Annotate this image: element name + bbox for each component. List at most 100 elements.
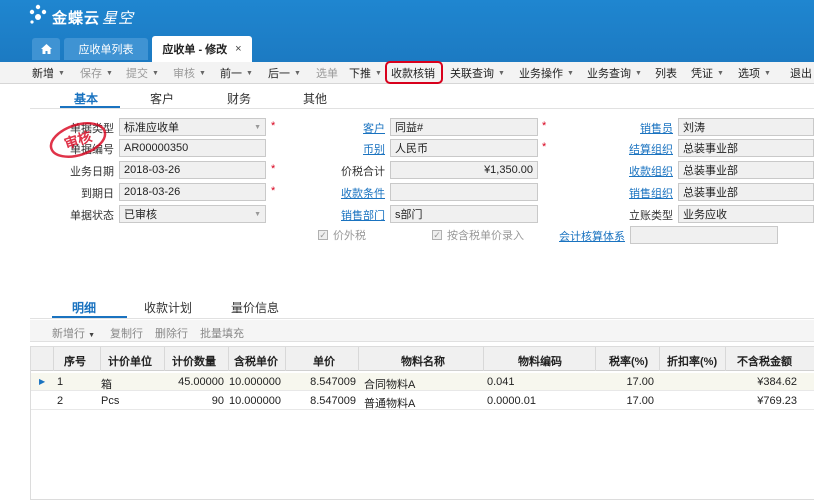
sales-org-label[interactable]: 销售组织 <box>600 185 673 201</box>
pay-terms-label[interactable]: 收款条件 <box>318 185 385 201</box>
cell-unit[interactable]: 箱 <box>101 376 112 392</box>
currency-label[interactable]: 币别 <box>318 141 385 157</box>
related-query-button[interactable]: 关联查询 ▼ <box>450 65 505 81</box>
cell-tax-rate[interactable]: 17.00 <box>601 395 654 407</box>
customer-label[interactable]: 客户 <box>318 120 385 136</box>
batch-fill-button[interactable]: 批量填充 <box>200 325 244 341</box>
checkbox-checked-icon[interactable]: ✓ <box>432 230 442 240</box>
chevron-down-icon[interactable]: ▼ <box>88 332 95 339</box>
col-header-price[interactable]: 单价 <box>313 353 335 369</box>
chevron-down-icon[interactable]: ▼ <box>254 211 261 218</box>
tab-receivable-edit[interactable]: 应收单 - 修改 × <box>152 36 252 62</box>
salesperson-field[interactable]: 刘涛 <box>678 118 814 136</box>
col-header-tax-price[interactable]: 含税单价 <box>234 353 278 369</box>
total-field[interactable]: ¥1,350.00 <box>390 161 538 179</box>
cell-material-code[interactable]: 0.041 <box>487 376 515 388</box>
settle-org-field[interactable]: 总装事业部 <box>678 139 814 157</box>
currency-field[interactable]: 人民币 <box>390 139 538 157</box>
chevron-down-icon[interactable]: ▼ <box>246 70 253 77</box>
cell-seq[interactable]: 2 <box>57 395 63 407</box>
chevron-down-icon[interactable]: ▼ <box>254 124 261 131</box>
cell-qty[interactable]: 45.00000 <box>164 376 224 388</box>
col-header-seq[interactable]: 序号 <box>64 353 86 369</box>
chevron-down-icon[interactable]: ▼ <box>717 70 724 77</box>
due-date-field[interactable]: 2018-03-26 <box>119 183 266 201</box>
previous-button[interactable]: 前一 ▼ <box>220 65 253 81</box>
biz-date-field[interactable]: 2018-03-26 <box>119 161 266 179</box>
tab-other[interactable]: 其他 <box>303 90 327 107</box>
acct-system-field[interactable] <box>630 226 778 244</box>
exit-button[interactable]: 退出 <box>790 65 812 81</box>
cell-price[interactable]: 8.547009 <box>293 376 356 388</box>
chevron-down-icon[interactable]: ▼ <box>152 70 159 77</box>
close-icon[interactable]: × <box>235 43 241 55</box>
price-excl-tax-checkbox[interactable]: ✓ 价外税 <box>318 227 366 243</box>
cell-tax-rate[interactable]: 17.00 <box>601 376 654 388</box>
receipt-writeoff-button[interactable]: 收款核销 <box>391 65 435 81</box>
tab-customer[interactable]: 客户 <box>150 90 174 107</box>
cell-qty[interactable]: 90 <box>164 395 224 407</box>
submit-button[interactable]: 提交 ▼ <box>126 65 159 81</box>
cell-material-code[interactable]: 0.0000.01 <box>487 395 536 407</box>
cell-amount[interactable]: ¥384.62 <box>731 376 797 388</box>
options-button[interactable]: 选项 ▼ <box>738 65 771 81</box>
next-button[interactable]: 后一 ▼ <box>268 65 301 81</box>
list-button[interactable]: 列表 <box>655 65 677 81</box>
bill-no-field[interactable]: AR00000350 <box>119 139 266 157</box>
delete-row-button[interactable]: 删除行 <box>155 325 188 341</box>
col-header-tax-rate[interactable]: 税率(%) <box>609 353 648 369</box>
table-row[interactable]: ▶ 1 箱 45.00000 10.000000 8.547009 合同物料A … <box>31 373 814 391</box>
chevron-down-icon[interactable]: ▼ <box>498 70 505 77</box>
acct-system-label[interactable]: 会计核算体系 <box>545 228 625 244</box>
account-type-field[interactable]: 业务应收 <box>678 205 814 223</box>
pay-terms-field[interactable] <box>390 183 538 201</box>
col-header-unit[interactable]: 计价单位 <box>108 353 152 369</box>
col-header-material-code[interactable]: 物料编码 <box>518 353 562 369</box>
chevron-down-icon[interactable]: ▼ <box>106 70 113 77</box>
chevron-down-icon[interactable]: ▼ <box>635 70 642 77</box>
chevron-down-icon[interactable]: ▼ <box>294 70 301 77</box>
cell-material-name[interactable]: 合同物料A <box>364 376 415 392</box>
chevron-down-icon[interactable]: ▼ <box>764 70 771 77</box>
tab-detail[interactable]: 明细 <box>72 299 96 316</box>
col-header-amount[interactable]: 不含税金额 <box>737 353 792 369</box>
checkbox-checked-icon[interactable]: ✓ <box>318 230 328 240</box>
sales-org-field[interactable]: 总装事业部 <box>678 183 814 201</box>
cell-unit[interactable]: Pcs <box>101 395 119 407</box>
cell-price[interactable]: 8.547009 <box>293 395 356 407</box>
col-header-discount[interactable]: 折扣率(%) <box>667 353 717 369</box>
table-row[interactable]: 2 Pcs 90 10.000000 8.547009 普通物料A 0.0000… <box>31 392 814 410</box>
salesperson-label[interactable]: 销售员 <box>600 120 673 136</box>
chevron-down-icon[interactable]: ▼ <box>567 70 574 77</box>
cell-tax-price[interactable]: 10.000000 <box>223 395 281 407</box>
select-bill-button[interactable]: 选单 <box>316 65 338 81</box>
home-tab[interactable] <box>32 38 60 60</box>
tab-finance[interactable]: 财务 <box>227 90 251 107</box>
col-header-qty[interactable]: 计价数量 <box>172 353 216 369</box>
audit-button[interactable]: 审核 ▼ <box>173 65 206 81</box>
cell-tax-price[interactable]: 10.000000 <box>223 376 281 388</box>
tab-receipt-plan[interactable]: 收款计划 <box>144 299 192 316</box>
push-down-button[interactable]: 下推 ▼ <box>349 65 382 81</box>
bill-type-field[interactable]: 标准应收单 ▼ <box>119 118 266 136</box>
chevron-down-icon[interactable]: ▼ <box>199 70 206 77</box>
sales-dept-label[interactable]: 销售部门 <box>318 207 385 223</box>
cell-material-name[interactable]: 普通物料A <box>364 395 415 411</box>
business-query-button[interactable]: 业务查询 ▼ <box>587 65 642 81</box>
voucher-button[interactable]: 凭证 ▼ <box>691 65 724 81</box>
chevron-down-icon[interactable]: ▼ <box>375 70 382 77</box>
settle-org-label[interactable]: 结算组织 <box>600 141 673 157</box>
save-button[interactable]: 保存 ▼ <box>80 65 113 81</box>
new-button[interactable]: 新增 ▼ <box>32 65 65 81</box>
sales-dept-field[interactable]: s部门 <box>390 205 538 223</box>
status-field[interactable]: 已审核 ▼ <box>119 205 266 223</box>
copy-row-button[interactable]: 复制行 <box>110 325 143 341</box>
tab-basic[interactable]: 基本 <box>74 90 98 107</box>
col-header-material-name[interactable]: 物料名称 <box>401 353 445 369</box>
tab-quantity-price[interactable]: 量价信息 <box>231 299 279 316</box>
cell-seq[interactable]: 1 <box>57 376 63 388</box>
business-operation-button[interactable]: 业务操作 ▼ <box>519 65 574 81</box>
add-row-button[interactable]: 新增行 ▼ <box>52 325 95 341</box>
price-incl-tax-entry-checkbox[interactable]: ✓ 按含税单价录入 <box>432 227 524 243</box>
collect-org-label[interactable]: 收款组织 <box>600 163 673 179</box>
